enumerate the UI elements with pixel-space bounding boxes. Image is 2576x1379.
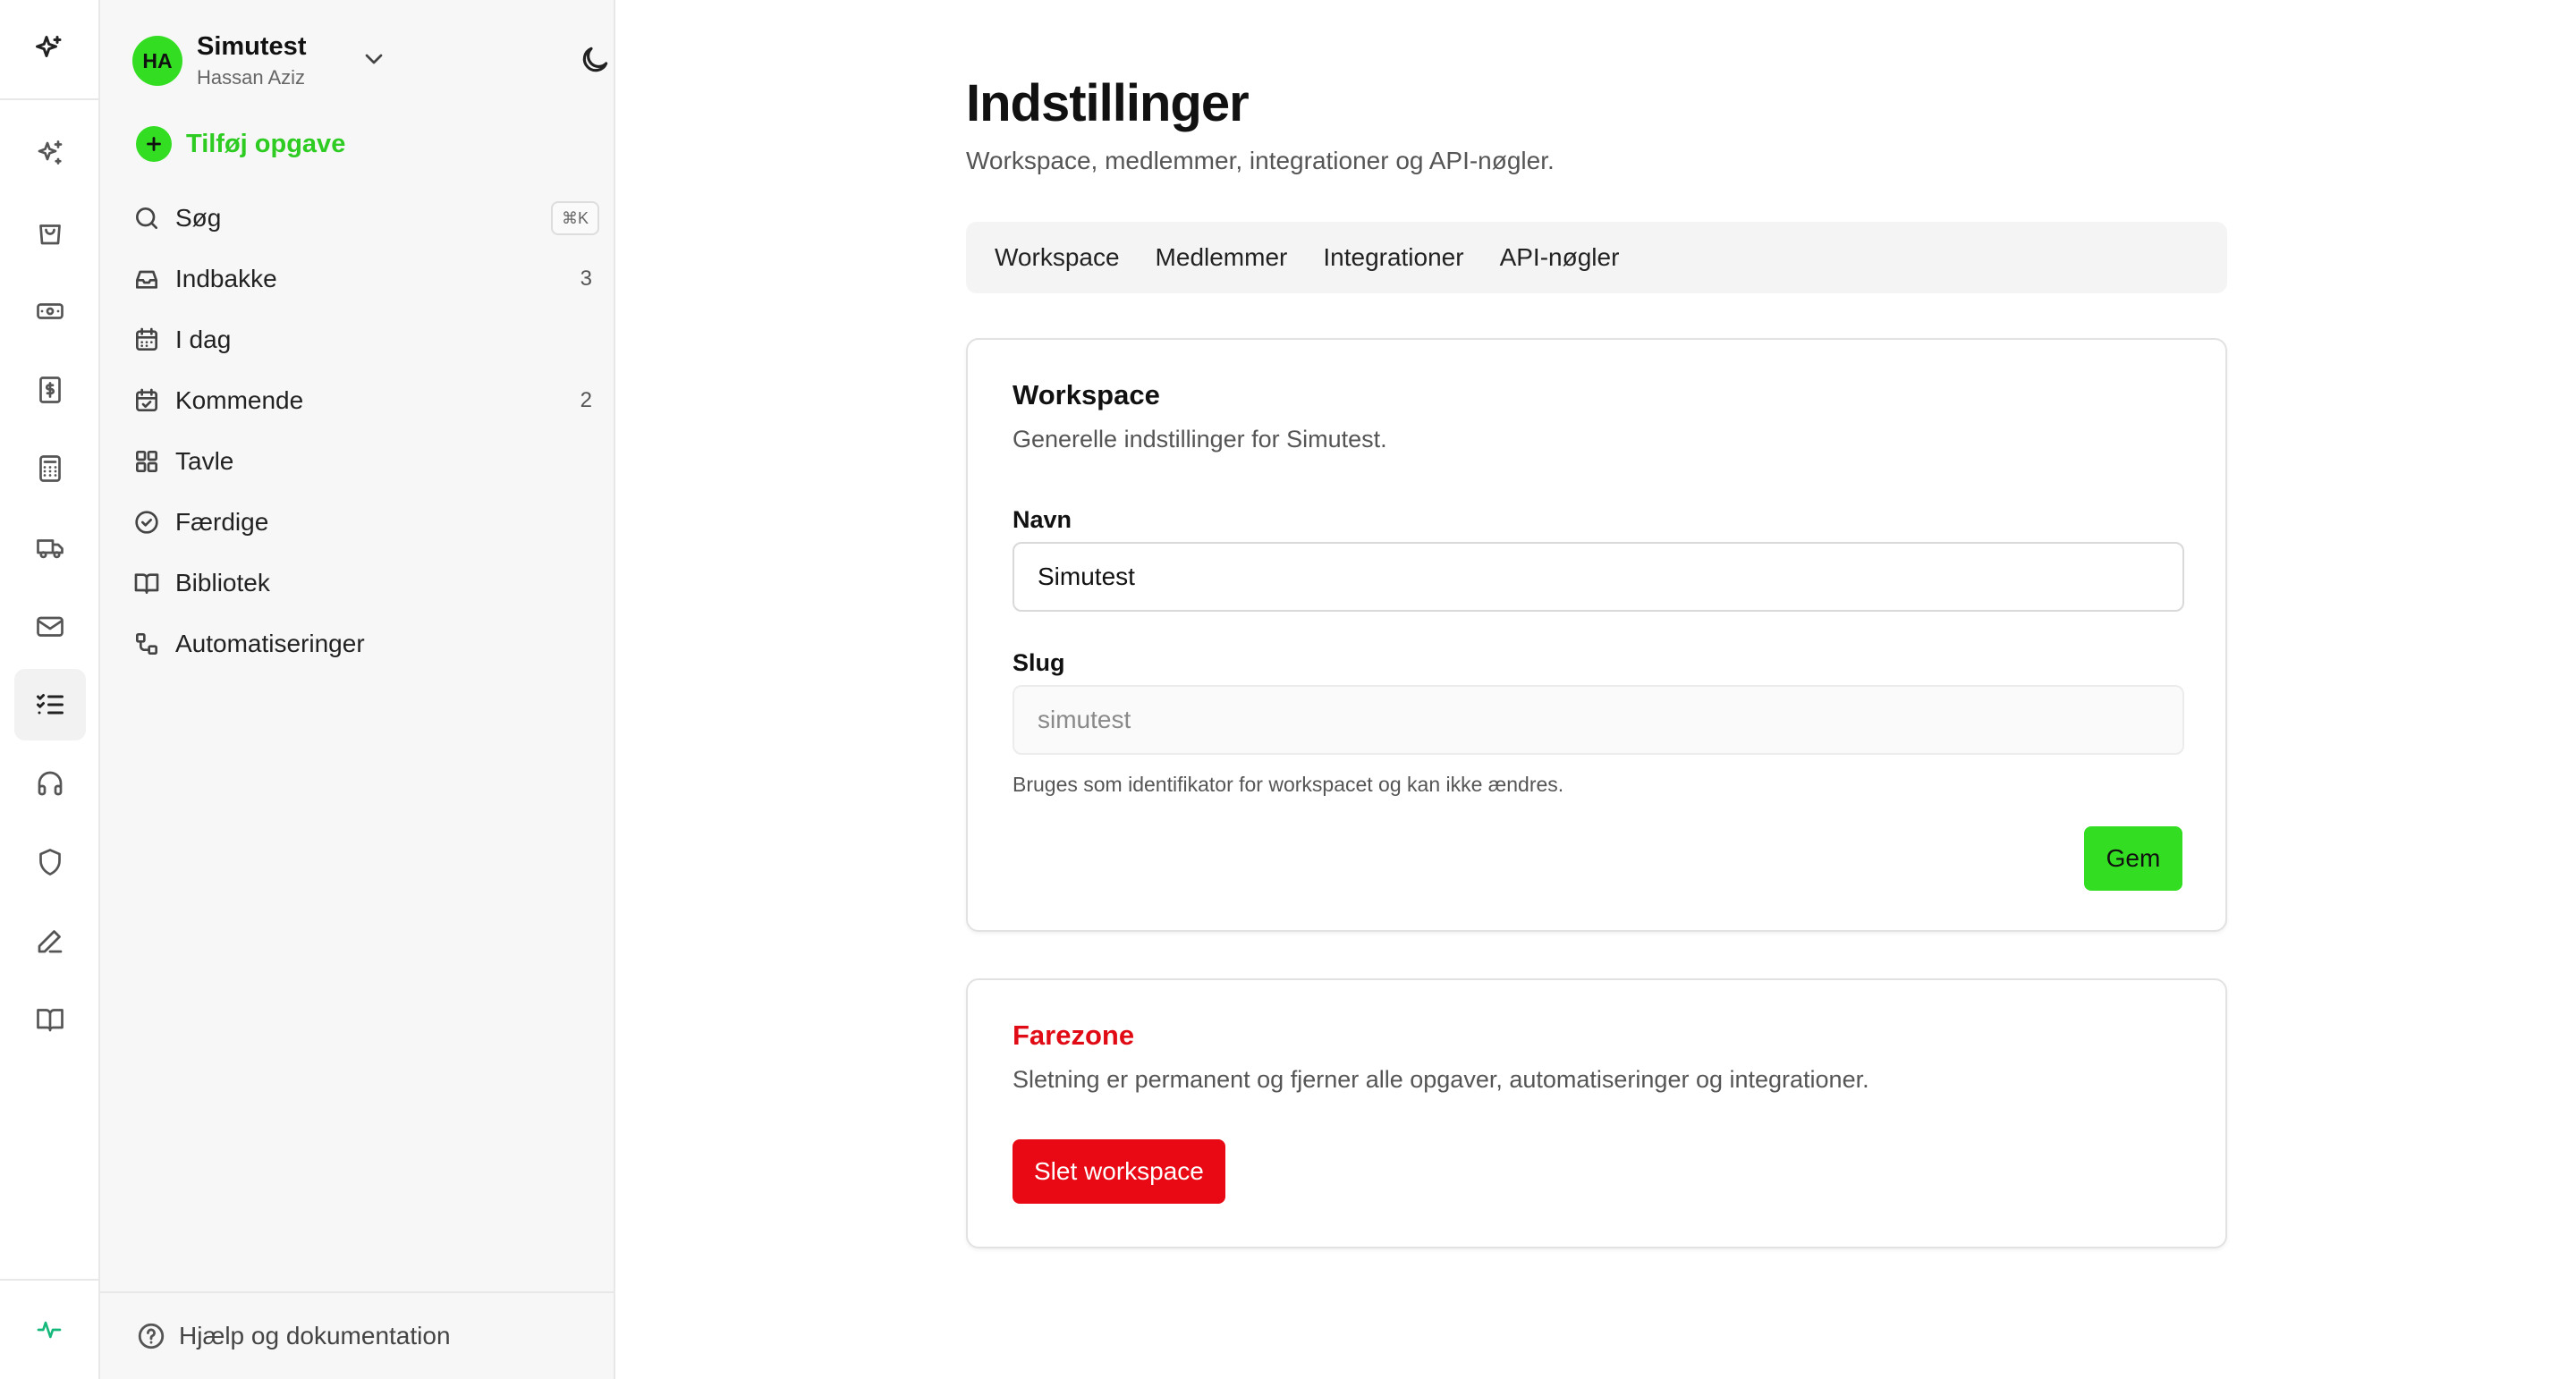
- rail-tasks[interactable]: [14, 669, 86, 740]
- sidebar-item-inbox[interactable]: Indbakke 3: [125, 249, 599, 309]
- sidebar-nav: Søg ⌘K Indbakke 3 I dag Kommende 2 Tavle…: [125, 188, 599, 674]
- workspace-name: Simutest: [197, 32, 307, 61]
- rail-support[interactable]: [14, 748, 86, 819]
- rail-money[interactable]: [14, 275, 86, 347]
- sidebar-item-search[interactable]: Søg ⌘K: [125, 188, 599, 249]
- page-subtitle: Workspace, medlemmer, integrationer og A…: [966, 147, 1555, 174]
- workflow-icon: [136, 633, 157, 655]
- sidebar-item-label: Bibliotek: [175, 569, 270, 596]
- workspace-card-description: Generelle indstillinger for Simutest.: [1013, 426, 1387, 453]
- help-link[interactable]: Hjælp og dokumentation: [100, 1291, 614, 1379]
- plus-icon: [136, 126, 172, 162]
- mail-icon: [37, 616, 64, 637]
- count-badge: 2: [580, 388, 592, 412]
- slug-field: simutest: [1013, 685, 2184, 755]
- sidebar-item-label: I dag: [175, 326, 232, 353]
- rail-activity[interactable]: [0, 1279, 98, 1379]
- danger-zone-description: Sletning er permanent og fjerner alle op…: [1013, 1066, 1869, 1093]
- chevron-down-icon[interactable]: [360, 45, 388, 73]
- add-task-label: Tilføj opgave: [186, 129, 346, 158]
- headphones-icon: [38, 771, 63, 796]
- truck-icon: [37, 539, 64, 559]
- sidebar: HA Simutest Hassan Aziz Tilføj opgave Sø…: [100, 0, 615, 1379]
- sidebar-item-done[interactable]: Færdige: [125, 492, 599, 553]
- icon-rail: [0, 0, 100, 1379]
- book-icon: [134, 573, 159, 594]
- sidebar-item-label: Kommende: [175, 386, 304, 414]
- save-button[interactable]: Gem: [2084, 826, 2182, 891]
- search-icon: [136, 207, 157, 229]
- rail-delivery[interactable]: [14, 512, 86, 583]
- activity-icon: [37, 1321, 62, 1339]
- app-logo[interactable]: [0, 0, 98, 100]
- rail-docs[interactable]: [14, 984, 86, 1055]
- check-circle-icon: [135, 511, 158, 534]
- avatar: HA: [132, 36, 182, 86]
- book-open-icon: [37, 1009, 64, 1032]
- calculator-icon: [39, 455, 61, 482]
- sidebar-item-label: Indbakke: [175, 265, 277, 292]
- help-circle-icon: [138, 1323, 165, 1349]
- sidebar-item-board[interactable]: Tavle: [125, 431, 599, 492]
- shopping-bag-icon: [39, 224, 61, 245]
- page-title: Indstillinger: [966, 74, 1250, 132]
- user-name: Hassan Aziz: [197, 66, 306, 89]
- count-badge: 3: [580, 266, 592, 291]
- sparkles-logo-icon: [36, 36, 62, 57]
- help-label: Hjælp og dokumentation: [179, 1322, 451, 1349]
- name-field[interactable]: Simutest: [1013, 542, 2184, 612]
- tab-workspace[interactable]: Workspace: [980, 233, 1134, 283]
- name-label: Navn: [1013, 506, 1072, 533]
- grid-icon: [136, 451, 157, 472]
- rail-edit[interactable]: [14, 905, 86, 977]
- sidebar-item-label: Automatiseringer: [175, 630, 365, 657]
- settings-tabs: Workspace Medlemmer Integrationer API-nø…: [966, 222, 2227, 293]
- slug-hint: Bruges som identifikator for workspacet …: [1013, 773, 1564, 796]
- add-task-button[interactable]: Tilføj opgave: [136, 125, 345, 163]
- sidebar-item-automations[interactable]: Automatiseringer: [125, 613, 599, 674]
- tab-members[interactable]: Medlemmer: [1141, 233, 1302, 283]
- danger-zone-card: Farezone Sletning er permanent og fjerne…: [966, 978, 2227, 1248]
- sidebar-item-library[interactable]: Bibliotek: [125, 553, 599, 613]
- workspace-card: Workspace Generelle indstillinger for Si…: [966, 338, 2227, 932]
- slug-label: Slug: [1013, 649, 1065, 676]
- pen-icon: [38, 930, 63, 953]
- rail-receipt[interactable]: [14, 354, 86, 426]
- tab-api-keys[interactable]: API-nøgler: [1486, 233, 1634, 283]
- calendar-check-icon: [136, 388, 157, 411]
- sidebar-item-upcoming[interactable]: Kommende 2: [125, 370, 599, 431]
- banknote-icon: [37, 303, 64, 319]
- rail-calculator[interactable]: [14, 433, 86, 504]
- receipt-icon: [39, 376, 61, 403]
- shield-icon: [39, 849, 61, 876]
- moon-icon[interactable]: [578, 43, 612, 77]
- sidebar-item-today[interactable]: I dag: [125, 309, 599, 370]
- shortcut-badge: ⌘K: [550, 201, 599, 235]
- workspace-switcher[interactable]: HA Simutest Hassan Aziz: [132, 32, 608, 89]
- calendar-icon: [136, 327, 157, 351]
- inbox-icon: [136, 270, 157, 289]
- sidebar-item-label: Færdige: [175, 508, 269, 536]
- workspace-card-title: Workspace: [1013, 379, 1160, 410]
- sidebar-item-label: Tavle: [175, 447, 234, 475]
- rail-mail[interactable]: [14, 590, 86, 662]
- rail-sparkles[interactable]: [14, 118, 86, 190]
- tab-integrations[interactable]: Integrationer: [1309, 233, 1478, 283]
- rail-security[interactable]: [14, 826, 86, 898]
- sidebar-item-label: Søg: [175, 204, 222, 232]
- tasks-icon: [37, 694, 64, 715]
- delete-workspace-button[interactable]: Slet workspace: [1013, 1139, 1225, 1204]
- rail-shop[interactable]: [14, 197, 86, 268]
- danger-zone-title: Farezone: [1013, 1019, 1135, 1051]
- sparkles-icon: [38, 140, 63, 165]
